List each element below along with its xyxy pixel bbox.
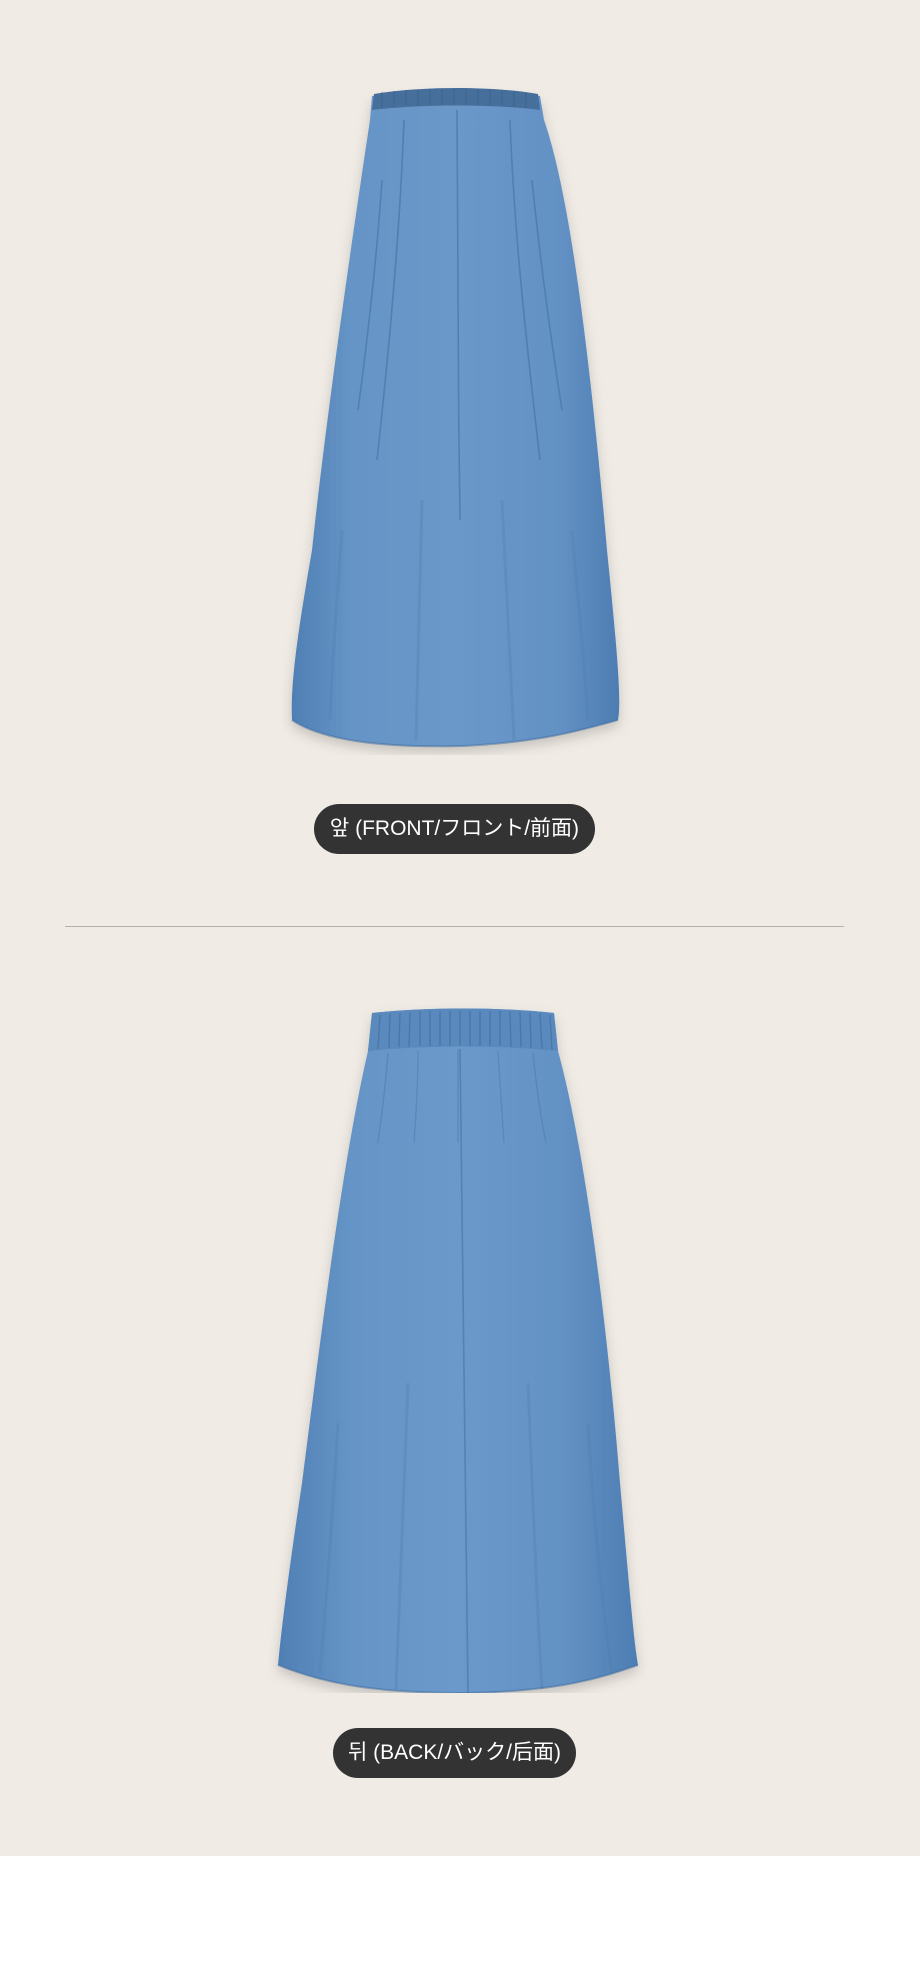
front-view-label: 앞 (FRONT/フロント/前面): [314, 804, 595, 854]
product-detail-panel: 앞 (FRONT/フロント/前面) 뒤 (BACK/バック/后面): [0, 0, 920, 1856]
section-divider: [65, 926, 844, 927]
back-view-label: 뒤 (BACK/バック/后面): [333, 1728, 576, 1778]
skirt-back-image: [277, 1008, 639, 1693]
skirt-front-image: [291, 88, 620, 748]
